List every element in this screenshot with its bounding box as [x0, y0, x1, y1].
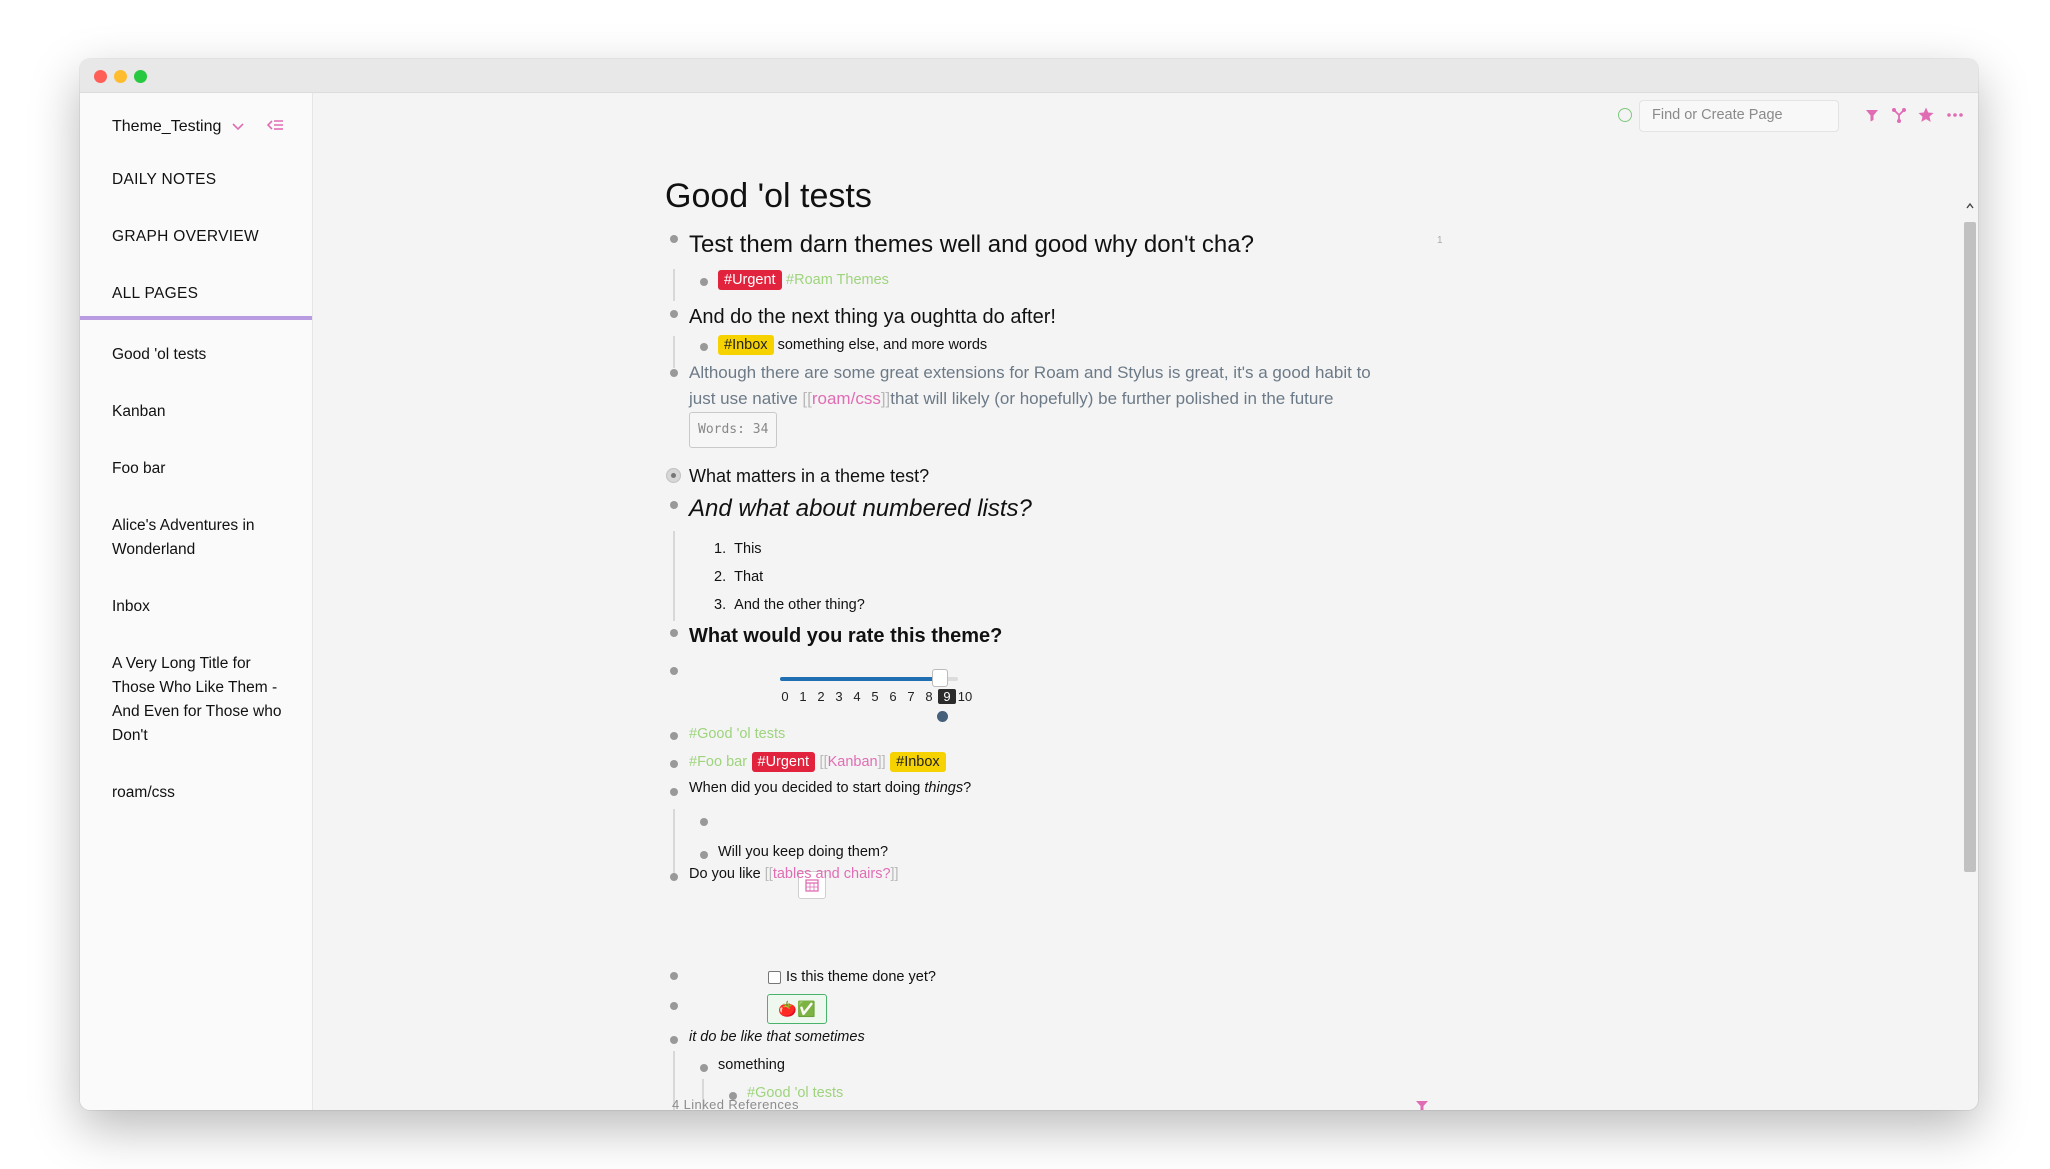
- numbered-item[interactable]: 3. And the other thing?: [714, 597, 865, 613]
- slider-scale: 0 1 2 3 4 5 6 7 8 9 10: [776, 689, 974, 704]
- page-title[interactable]: Good 'ol tests: [665, 177, 872, 216]
- child-line: [673, 809, 675, 879]
- block-bullet[interactable]: [670, 629, 678, 637]
- slider-tick-label: 10: [957, 689, 973, 704]
- block-tags-8[interactable]: #Foo bar #Urgent [[Kanban]] #Inbox: [689, 752, 946, 772]
- block-bullet[interactable]: [670, 972, 678, 980]
- block-bullet[interactable]: [700, 278, 708, 286]
- numbered-item-text: That: [734, 569, 764, 585]
- block-text-13[interactable]: it do be like that sometimes: [689, 1029, 865, 1045]
- slider-tick-label: 2: [817, 689, 825, 704]
- child-line: [673, 269, 675, 301]
- word-count-badge: Words: 34: [689, 412, 778, 448]
- link-bracket: [[: [802, 389, 812, 408]
- block-bullet[interactable]: [670, 369, 678, 377]
- slider-tick-label: 5: [871, 689, 879, 704]
- slider-tick-label: 3: [835, 689, 843, 704]
- block-tags-1[interactable]: #Urgent #Roam Themes: [718, 270, 889, 290]
- tag-urgent[interactable]: #Urgent: [751, 752, 816, 772]
- slider-tick-label: 0: [781, 689, 789, 704]
- block-text: something else, and more words: [777, 337, 988, 353]
- slider-tick-label: 8: [925, 689, 933, 704]
- todo-checkbox[interactable]: [768, 971, 781, 984]
- block-bullet[interactable]: [670, 235, 678, 243]
- block-bullet[interactable]: [670, 1036, 678, 1044]
- slider-tick-label: 7: [907, 689, 915, 704]
- block-bullet[interactable]: [670, 1002, 678, 1010]
- block-bullet[interactable]: [670, 873, 678, 881]
- tag-inbox[interactable]: #Inbox: [718, 335, 774, 355]
- block-text: ?: [963, 780, 972, 796]
- block-heading-6[interactable]: What would you rate this theme?: [689, 625, 1002, 648]
- slider-tick-label: 6: [889, 689, 897, 704]
- app-window: Theme_Testing DAILY NOTES GRAPH OVERVIEW…: [80, 59, 1978, 1110]
- block-bullet[interactable]: [670, 788, 678, 796]
- block-bullet[interactable]: [700, 343, 708, 351]
- slider-tick-label: 4: [853, 689, 861, 704]
- block-bullet[interactable]: [670, 760, 678, 768]
- slider-tick-label: 1: [799, 689, 807, 704]
- block-bullet[interactable]: [700, 851, 708, 859]
- tag-roam-themes[interactable]: #Roam Themes: [786, 272, 889, 288]
- block-bullet[interactable]: [670, 501, 678, 509]
- block-heading-5[interactable]: And what about numbered lists?: [689, 495, 1032, 523]
- block-text-9[interactable]: When did you decided to start doing thin…: [689, 780, 971, 796]
- emoji-text: 🍅✅: [778, 1001, 816, 1018]
- main-content: Good 'ol tests Test them darn themes wel…: [80, 59, 1978, 1110]
- child-line: [673, 531, 675, 621]
- link-roam-css[interactable]: roam/css: [812, 389, 881, 408]
- block-bullet[interactable]: [670, 732, 678, 740]
- tag-inbox[interactable]: #Inbox: [890, 752, 946, 772]
- link-bracket: [[: [764, 866, 773, 882]
- todo-text[interactable]: Is this theme done yet?: [786, 969, 936, 985]
- slider-value-pin: [937, 711, 948, 722]
- tag-urgent[interactable]: #Urgent: [718, 270, 782, 290]
- numbered-item[interactable]: 2. That: [714, 569, 763, 585]
- block-heading-2[interactable]: And do the next thing ya oughtta do afte…: [689, 306, 1056, 329]
- link-bracket: [[: [819, 754, 828, 770]
- paragraph-text: that will likely (or hopefully) be furth…: [890, 389, 1334, 408]
- emoji-embed[interactable]: 🍅✅: [767, 994, 827, 1024]
- block-text-child[interactable]: something: [718, 1057, 785, 1073]
- block-text-child[interactable]: Will you keep doing them?: [718, 844, 888, 860]
- link-bracket: ]]: [880, 389, 891, 408]
- block-paragraph[interactable]: Although there are some great extensions…: [689, 360, 1379, 448]
- block-heading-1[interactable]: Test them darn themes well and good why …: [689, 231, 1254, 259]
- block-bullet[interactable]: [670, 667, 678, 675]
- block-ref-count[interactable]: 1: [1437, 235, 1443, 246]
- block-bullet-collapsed[interactable]: [666, 468, 681, 483]
- link-bracket: ]]: [890, 866, 899, 882]
- child-line: [673, 336, 675, 368]
- slider-tick-label: 9: [938, 689, 956, 704]
- slider-handle[interactable]: [932, 669, 949, 687]
- numbered-item-text: This: [734, 541, 762, 557]
- link-kanban[interactable]: Kanban: [828, 754, 878, 770]
- block-bullet[interactable]: [670, 310, 678, 318]
- slider-fill: [780, 677, 941, 681]
- block-bullet[interactable]: [700, 818, 708, 826]
- block-text-10[interactable]: Do you like [[tables and chairs?]]: [689, 866, 899, 882]
- link-tables-and-chairs[interactable]: tables and chairs?: [773, 866, 891, 882]
- block-text-4[interactable]: What matters in a theme test?: [689, 466, 929, 487]
- numbered-item[interactable]: 1. This: [714, 541, 762, 557]
- linked-references-header[interactable]: 4 Linked References: [672, 1097, 799, 1110]
- block-bullet[interactable]: [700, 1064, 708, 1072]
- block-inbox-line[interactable]: #Inbox something else, and more words: [718, 335, 987, 355]
- tag-foo-bar[interactable]: #Foo bar: [689, 754, 747, 770]
- numbered-item-text: And the other thing?: [734, 597, 865, 613]
- block-text-italic: things: [924, 780, 964, 796]
- link-bracket: ]]: [877, 754, 886, 770]
- rating-slider[interactable]: [780, 669, 958, 687]
- block-text: Do you like: [689, 866, 765, 882]
- filter-icon[interactable]: [1415, 1099, 1429, 1110]
- block-text: When did you decided to start doing: [689, 780, 925, 796]
- tag-good-ol-tests[interactable]: #Good 'ol tests: [689, 726, 785, 742]
